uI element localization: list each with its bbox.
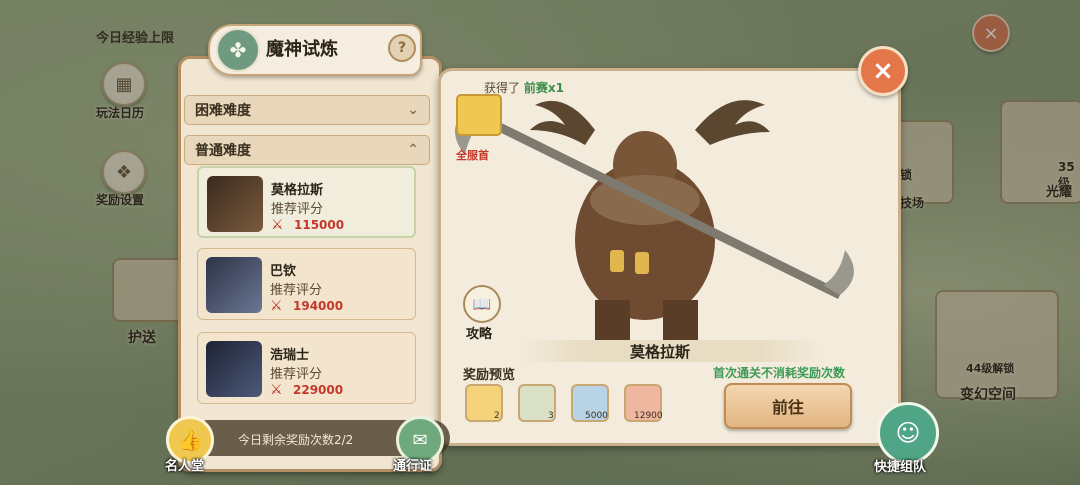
chevron-up-icon: ⌃ — [407, 142, 419, 158]
chevron-down-icon: ⌄ — [407, 102, 419, 118]
quick-team-button[interactable]: ☺ — [877, 402, 939, 464]
obtained-item: 前赛x1 — [523, 81, 564, 95]
boss-power: 115000 — [294, 218, 345, 232]
boss-name: 浩瑞士 — [270, 348, 310, 363]
reward-count: 5000 — [585, 411, 608, 421]
quick-team-label: 快捷组队 — [874, 460, 927, 475]
recommend-label: 推荐评分 — [271, 202, 324, 217]
boss-card-haoruishi[interactable]: 浩瑞士 推荐评分 ⚔ 229000 — [197, 332, 416, 404]
clover-emblem-icon: ✤ — [216, 28, 260, 72]
help-button[interactable]: ? — [388, 34, 416, 62]
boss-artwork — [455, 100, 854, 350]
strategy-button[interactable]: 📖 — [463, 285, 501, 323]
difficulty-hard-label: 困难难度 — [195, 103, 251, 119]
fame-hall-label: 名人堂 — [165, 459, 205, 474]
boss-card-mogelasi[interactable]: 莫格拉斯 推荐评分 ⚔ 115000 — [197, 166, 416, 238]
close-icon: × — [872, 56, 894, 86]
boss-portrait-baqin — [206, 257, 262, 313]
boss-name: 巴钦 — [270, 264, 297, 279]
server-first-label: 全服首 — [456, 149, 489, 162]
strategy-label: 攻略 — [466, 327, 493, 342]
obtained-prefix: 获得了 — [484, 81, 521, 95]
remaining-rewards-text: 今日剩余奖励次数2/2 — [238, 433, 354, 447]
boss-card-baqin[interactable]: 巴钦 推荐评分 ⚔ 194000 — [197, 248, 416, 320]
recommend-label: 推荐评分 — [270, 367, 323, 382]
boss-power: 229000 — [293, 383, 344, 397]
book-icon: 📖 — [472, 295, 492, 313]
go-button[interactable]: 前往 — [724, 383, 852, 429]
boss-portrait-haoruishi — [206, 341, 262, 397]
thumbs-up-icon: 👍 — [177, 428, 203, 452]
team-icon: ☺ — [895, 419, 921, 447]
crossed-swords-icon: ⚔ — [271, 217, 284, 233]
pass-label: 通行证 — [393, 459, 433, 474]
close-button[interactable]: × — [858, 46, 908, 96]
reward-count: 12900 — [634, 411, 663, 421]
first-clear-note: 首次通关不消耗奖励次数 — [713, 366, 846, 380]
recommend-label: 推荐评分 — [270, 283, 323, 298]
boss-name: 莫格拉斯 — [271, 183, 324, 198]
server-first-chip[interactable] — [456, 94, 502, 136]
difficulty-normal-label: 普通难度 — [195, 143, 251, 159]
boss-portrait-mogelasi — [207, 176, 263, 232]
dialog-title: 魔神试炼 — [266, 39, 338, 60]
boss-display-name: 莫格拉斯 — [630, 343, 691, 361]
reward-preview-title: 奖励预览 — [463, 368, 516, 383]
reward-count: 2 — [494, 411, 500, 421]
reward-count: 3 — [548, 411, 554, 421]
difficulty-hard-header[interactable]: 困难难度 ⌄ — [184, 95, 430, 125]
pass-icon: ✉ — [412, 429, 428, 451]
boss-power: 194000 — [293, 299, 344, 313]
crossed-swords-icon: ⚔ — [270, 382, 283, 398]
obtained-notice: 获得了 前赛x1 — [484, 79, 564, 96]
difficulty-normal-header[interactable]: 普通难度 ⌃ — [184, 135, 430, 165]
crossed-swords-icon: ⚔ — [270, 298, 283, 314]
